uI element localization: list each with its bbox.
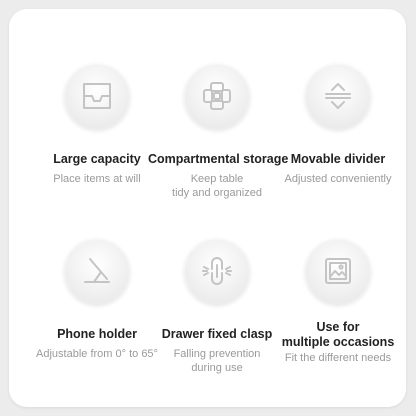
divider-arrows-icon	[322, 80, 354, 112]
feature-large-capacity: Large capacity Place items at will	[28, 63, 166, 186]
feature-drawer-fixed-clasp: Drawer fixed clasp Falling prevention du…	[148, 238, 286, 375]
feature-description-line: Falling prevention	[173, 348, 261, 360]
feature-description: Place items at will	[53, 173, 141, 185]
clasp-icon	[200, 254, 234, 288]
feature-title: Use for multiple occasions	[269, 320, 407, 350]
feature-title: Compartmental storage	[148, 152, 289, 166]
feature-title: Large capacity	[53, 152, 141, 166]
feature-icon-circle	[305, 238, 371, 304]
feature-multiple-occasions: Use for multiple occasions Fit the diffe…	[269, 238, 407, 365]
picture-icon	[322, 255, 354, 287]
feature-description-line: tidy and organized	[172, 187, 262, 199]
feature-icon-circle	[305, 63, 371, 129]
feature-title: Drawer fixed clasp	[161, 327, 273, 341]
feature-description: Keep table tidy and organized	[148, 172, 286, 200]
feature-movable-divider: Movable divider Adjusted conveniently	[269, 63, 407, 186]
feature-description: Adjusted conveniently	[284, 173, 392, 185]
feature-icon-circle	[184, 63, 250, 129]
feature-title: Phone holder	[57, 327, 137, 341]
tray-icon	[80, 81, 114, 111]
feature-description: Fit the different needs	[284, 352, 392, 364]
compartments-icon	[200, 79, 234, 113]
feature-icon-circle	[64, 63, 130, 129]
feature-description-line: during use	[191, 362, 243, 374]
feature-description: Adjustable from 0° to 65°	[36, 348, 158, 360]
feature-title-line: Use for	[316, 320, 360, 334]
feature-title-line: multiple occasions	[281, 335, 395, 349]
features-card: Large capacity Place items at will Compa…	[9, 9, 406, 407]
feature-description-line: Keep table	[190, 173, 244, 185]
feature-title: Movable divider	[290, 152, 386, 166]
feature-description: Falling prevention during use	[148, 347, 286, 375]
feature-icon-circle	[184, 238, 250, 304]
feature-phone-holder: Phone holder Adjustable from 0° to 65°	[28, 238, 166, 361]
feature-icon-circle	[64, 238, 130, 304]
feature-compartmental-storage: Compartmental storage Keep table tidy an…	[148, 63, 289, 200]
phone-stand-icon	[81, 255, 113, 287]
